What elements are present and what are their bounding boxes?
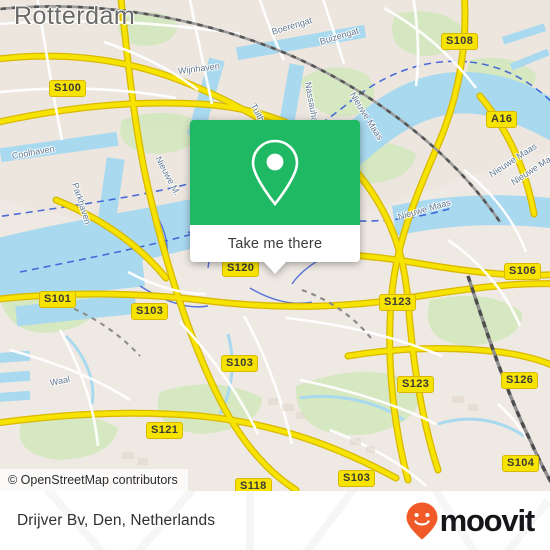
- map-shield-s123: S123: [397, 376, 435, 393]
- footer-bar: Drijver Bv, Den, Netherlands moovit: [0, 491, 550, 550]
- moovit-logo[interactable]: moovit: [405, 501, 536, 541]
- map-shield-s103: S103: [221, 355, 259, 372]
- popup-pointer-tail: [264, 262, 286, 274]
- map-shield-s121: S121: [146, 422, 184, 439]
- map-shield-s108: S108: [441, 33, 479, 50]
- popup-image-panel: [190, 120, 360, 225]
- popup-cta-label: Take me there: [227, 235, 323, 252]
- moovit-pin-smiley-icon: [406, 502, 438, 539]
- map-attribution[interactable]: © OpenStreetMap contributors: [0, 469, 188, 491]
- location-popup-card[interactable]: Take me there: [190, 120, 360, 274]
- moovit-wordmark: moovit: [439, 503, 536, 538]
- map-shield-s123: S123: [379, 294, 417, 311]
- map-shield-s100: S100: [49, 80, 87, 97]
- map-pin-icon: [251, 139, 299, 206]
- map-shield-s126: S126: [501, 372, 539, 389]
- attribution-text: © OpenStreetMap contributors: [8, 473, 178, 487]
- map-canvas[interactable]: Rotterdam Wijnhaven Boerengat Buizengat Nas…: [0, 0, 550, 491]
- map-shield-a16: A16: [486, 111, 518, 128]
- page-title: Drijver Bv, Den, Netherlands: [17, 511, 216, 529]
- moovit-map-screenshot: Rotterdam Wijnhaven Boerengat Buizengat Nas…: [0, 0, 550, 550]
- map-shield-s103: S103: [131, 303, 169, 320]
- popup-cta-label-row[interactable]: Take me there: [190, 225, 360, 262]
- map-shield-s120: S120: [222, 260, 260, 277]
- map-shield-s104: S104: [502, 455, 540, 472]
- map-shield-s103: S103: [338, 470, 376, 487]
- map-shield-s118: S118: [235, 478, 272, 491]
- map-shield-s106: S106: [504, 263, 542, 280]
- map-shield-s101: S101: [39, 291, 77, 308]
